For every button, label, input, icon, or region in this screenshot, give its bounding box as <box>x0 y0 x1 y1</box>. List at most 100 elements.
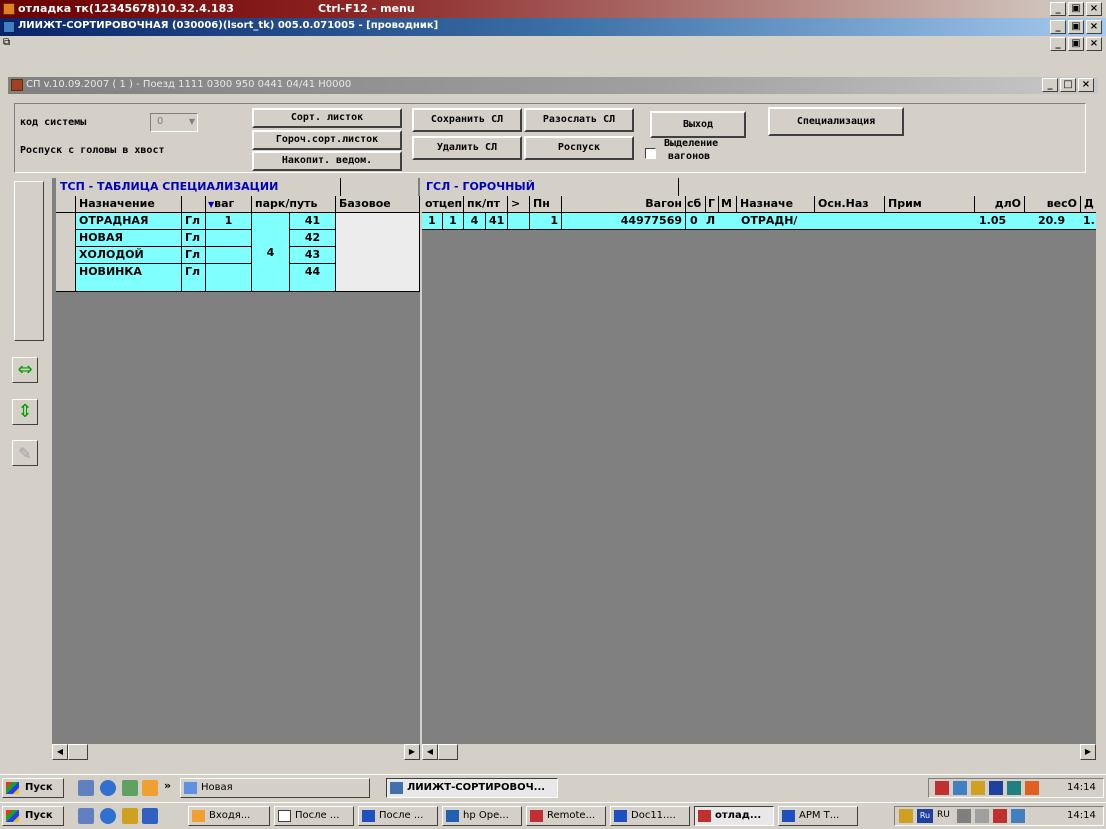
start-button[interactable]: Пуск <box>2 778 64 798</box>
delete-sl-button[interactable]: Удалить СЛ <box>412 136 522 160</box>
save-sl-button[interactable]: Сохранить СЛ <box>412 108 522 132</box>
swap-horizontal-button[interactable]: ⇔ <box>12 357 38 383</box>
minimize-button[interactable]: _ <box>1050 20 1066 34</box>
col-header-g[interactable]: Г <box>706 196 719 213</box>
tray-ime-icon[interactable] <box>1011 809 1025 823</box>
gsl-cell-veso[interactable]: 20.9 <box>1038 213 1065 228</box>
tray-tool-icon[interactable] <box>971 781 985 795</box>
gsl-grid[interactable] <box>422 178 1096 744</box>
scroll-right-arrow-icon[interactable]: ▶ <box>404 744 420 760</box>
tsp-row-dest[interactable]: НОВИНКА <box>76 264 182 292</box>
col-header-dest[interactable]: Назначение <box>76 196 182 213</box>
gsl-cell-g[interactable]: Л <box>706 213 715 228</box>
tsp-row-type[interactable]: Гл <box>182 230 206 247</box>
tool-icon[interactable] <box>122 808 138 824</box>
tray-sound-icon[interactable] <box>975 809 989 823</box>
tray-remote-icon[interactable] <box>993 809 1007 823</box>
tsp-row-track[interactable]: 44 <box>290 264 336 292</box>
gsl-cell-extra[interactable]: 1. <box>1083 213 1095 228</box>
taskbar-item-inbox[interactable]: Входя... <box>188 806 270 826</box>
close-button[interactable]: × <box>1086 2 1102 16</box>
scroll-thumb[interactable] <box>68 744 88 760</box>
taskbar-item-doc11[interactable]: Doc11.... <box>610 806 690 826</box>
tsp-row-track[interactable]: 42 <box>290 230 336 247</box>
tsp-row-type[interactable]: Гл <box>182 264 206 292</box>
tsp-row-vag[interactable] <box>206 247 252 264</box>
close-button[interactable]: × <box>1078 78 1094 92</box>
restore-button[interactable]: ▣ <box>1068 2 1084 16</box>
explorer-icon[interactable] <box>142 808 158 824</box>
gorochn-sort-list-button[interactable]: Гороч.сорт.листок <box>252 130 402 150</box>
swap-vertical-button[interactable]: ⇕ <box>12 399 38 425</box>
taskbar-item-debug[interactable]: отлад... <box>694 806 774 826</box>
col-header-otsep[interactable]: отцеп <box>422 196 464 213</box>
restore-button[interactable]: ▣ <box>1068 20 1084 34</box>
scroll-left-arrow-icon[interactable]: ◀ <box>52 744 68 760</box>
tsp-row-track[interactable]: 43 <box>290 247 336 264</box>
tray-network-icon[interactable] <box>957 809 971 823</box>
scroll-left-arrow-icon[interactable]: ◀ <box>422 744 438 760</box>
gsl-cell-gt[interactable] <box>508 213 530 230</box>
tsp-hscrollbar[interactable]: ◀ ▶ <box>52 744 420 760</box>
taskbar-item-arm[interactable]: АРМ Т... <box>778 806 858 826</box>
col-header-m[interactable]: М <box>719 196 737 213</box>
col-header-sb[interactable]: сб <box>686 196 706 213</box>
tsp-row-track[interactable]: 41 <box>290 213 336 230</box>
more-chevron-icon[interactable]: » <box>164 779 171 792</box>
ie-icon[interactable] <box>100 780 116 796</box>
tsp-base-cell[interactable] <box>336 213 420 292</box>
rospusk-button[interactable]: Роспуск <box>524 136 634 160</box>
taskbar-item-new[interactable]: Новая <box>180 778 370 798</box>
start-button[interactable]: Пуск <box>2 806 64 826</box>
restore-button[interactable]: ▣ <box>1068 37 1084 51</box>
tray-monitor-icon[interactable] <box>1007 781 1021 795</box>
system-code-select[interactable]: 0 ▼ <box>150 113 198 132</box>
tsp-row-vag[interactable]: 1 <box>206 213 252 230</box>
taskbar-item-active[interactable]: ЛИИЖТ-СОРТИРОВОЧ... <box>386 778 558 798</box>
gsl-cell-sb[interactable]: 0 <box>690 213 698 228</box>
gsl-cell-pk[interactable]: 4 <box>464 213 486 230</box>
col-header-prim[interactable]: Прим <box>885 196 975 213</box>
col-header-type[interactable] <box>182 196 206 213</box>
tray-network-icon[interactable] <box>953 781 967 795</box>
taskbar-item-hp[interactable]: hp Ope... <box>442 806 522 826</box>
exit-button[interactable]: Выход <box>650 111 746 138</box>
tsp-row-type[interactable]: Гл <box>182 213 206 230</box>
col-header-veso[interactable]: весО <box>1025 196 1081 213</box>
col-header-gt[interactable]: > <box>508 196 530 213</box>
tray-lang-icon[interactable]: Ru <box>917 809 933 823</box>
tray-app-icon[interactable] <box>935 781 949 795</box>
col-header-dest[interactable]: Назначе <box>737 196 815 213</box>
taskbar-item-message[interactable]: После ... <box>274 806 354 826</box>
tool-button[interactable]: ✎ <box>12 440 38 466</box>
tsp-row-dest[interactable]: НОВАЯ <box>76 230 182 247</box>
close-button[interactable]: × <box>1086 20 1102 34</box>
taskbar-item-remote[interactable]: Remote... <box>526 806 606 826</box>
tray-tool-icon[interactable] <box>899 809 913 823</box>
col-header-extra[interactable]: Д <box>1081 196 1096 213</box>
lang-indicator[interactable]: RU <box>937 810 950 820</box>
outlook-icon[interactable] <box>122 780 138 796</box>
maximize-button[interactable]: □ <box>1060 78 1076 92</box>
gsl-cell-otsep2[interactable]: 1 <box>443 213 464 230</box>
col-header-base[interactable]: Базовое <box>336 196 420 213</box>
tsp-row-dest[interactable]: ОТРАДНАЯ <box>76 213 182 230</box>
tsp-row-vag[interactable] <box>206 264 252 292</box>
send-sl-button[interactable]: Разослать СЛ <box>524 108 634 132</box>
desktop-icon[interactable] <box>78 780 94 796</box>
tray-t-icon[interactable] <box>1025 781 1039 795</box>
minimize-button[interactable]: _ <box>1050 37 1066 51</box>
gsl-hscrollbar[interactable]: ◀ ▶ <box>422 744 1096 760</box>
sort-list-button[interactable]: Сорт. листок <box>252 108 402 128</box>
col-header-dlo[interactable]: длО <box>975 196 1025 213</box>
tsp-row-vag[interactable] <box>206 230 252 247</box>
col-header-pn[interactable]: Пн <box>530 196 562 213</box>
col-header-wagon[interactable]: Вагон <box>562 196 686 213</box>
desktop-icon[interactable] <box>78 808 94 824</box>
tsp-park-merged[interactable]: 4 <box>252 213 290 292</box>
col-header-osn[interactable]: Осн.Наз <box>815 196 885 213</box>
media-icon[interactable] <box>142 780 158 796</box>
gsl-cell-dlo[interactable]: 1.05 <box>979 213 1006 228</box>
minimize-button[interactable]: _ <box>1050 2 1066 16</box>
tsp-row-type[interactable]: Гл <box>182 247 206 264</box>
